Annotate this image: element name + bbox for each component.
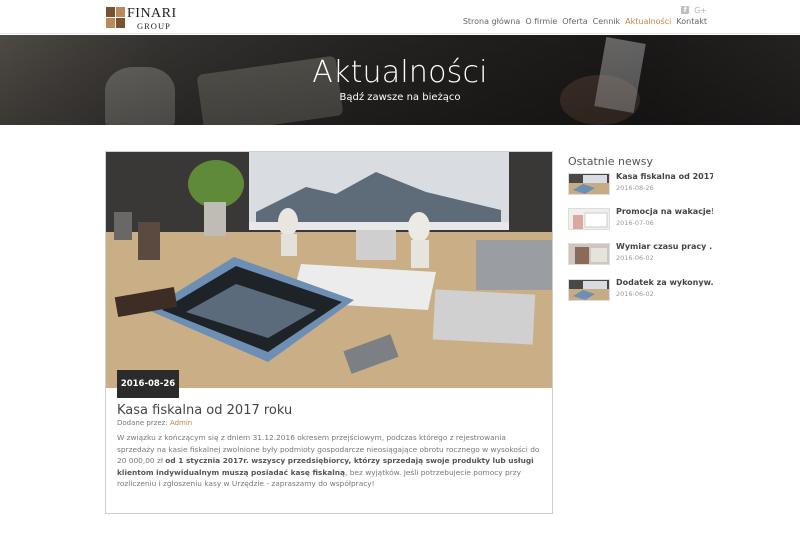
social-links: f G+ <box>681 6 707 16</box>
nav-item-pricing[interactable]: Cennik <box>593 17 621 26</box>
sidebar-title: Ostatnie newsy <box>568 155 654 168</box>
news-date: 2016-08-26 <box>616 184 654 192</box>
logo-mark-icon <box>106 7 125 28</box>
nav-item-home[interactable]: Strona główna <box>463 17 521 26</box>
page-subtitle: Bądź zawsze na bieżąco <box>339 92 461 103</box>
article-image[interactable] <box>106 152 552 388</box>
sidebar-news-item[interactable]: Dodatek za wykonyw... 2016-06-02 <box>568 278 713 302</box>
news-thumbnail[interactable] <box>568 208 610 230</box>
article-author[interactable]: Admin <box>170 419 192 427</box>
logo-line2: GROUP <box>137 21 171 31</box>
nav-item-contact[interactable]: Kontakt <box>676 17 707 26</box>
article-meta-prefix: Dodane przez: <box>117 419 170 427</box>
logo-text: FINARI GROUP <box>127 7 177 31</box>
news-title[interactable]: Wymiar czasu pracy ... <box>616 242 713 251</box>
nav-item-about[interactable]: O firmie <box>525 17 557 26</box>
main-nav: Strona główna O firmie Oferta Cennik Akt… <box>463 17 707 26</box>
news-title[interactable]: Dodatek za wykonyw... <box>616 278 713 287</box>
article-body: W związku z kończącym się z dniem 31.12.… <box>117 432 545 490</box>
article-card: 2016-08-26 Kasa fiskalna od 2017 roku Do… <box>105 151 553 514</box>
news-thumbnail[interactable] <box>568 279 610 301</box>
sidebar-news-item[interactable]: Promocja na wakacje! 2016-07-06 <box>568 207 713 231</box>
page-title: Aktualności <box>312 55 488 90</box>
googleplus-icon[interactable]: G+ <box>694 6 707 16</box>
nav-item-news[interactable]: Aktualności <box>625 17 671 26</box>
logo[interactable]: FINARI GROUP <box>106 7 177 31</box>
hero-banner: Aktualności Bądź zawsze na bieżąco <box>0 35 800 125</box>
news-title[interactable]: Promocja na wakacje! <box>616 207 713 216</box>
site-header: FINARI GROUP f G+ Strona główna O firmie… <box>0 0 800 34</box>
news-thumbnail[interactable] <box>568 243 610 265</box>
article-title[interactable]: Kasa fiskalna od 2017 roku <box>117 403 292 418</box>
nav-item-offer[interactable]: Oferta <box>562 17 587 26</box>
article-meta: Dodane przez: Admin <box>117 419 192 427</box>
news-date: 2016-06-02 <box>616 290 654 298</box>
facebook-icon[interactable]: f <box>681 6 690 14</box>
sidebar-news-item[interactable]: Wymiar czasu pracy ... 2016-06-02 <box>568 242 713 266</box>
news-title[interactable]: Kasa fiskalna od 2017 ... <box>616 172 713 181</box>
news-thumbnail[interactable] <box>568 173 610 195</box>
news-date: 2016-07-06 <box>616 219 654 227</box>
news-date: 2016-06-02 <box>616 254 654 262</box>
logo-line1: FINARI <box>127 6 177 21</box>
article-date-badge: 2016-08-26 <box>117 370 179 398</box>
sidebar-news-item[interactable]: Kasa fiskalna od 2017 ... 2016-08-26 <box>568 172 713 196</box>
